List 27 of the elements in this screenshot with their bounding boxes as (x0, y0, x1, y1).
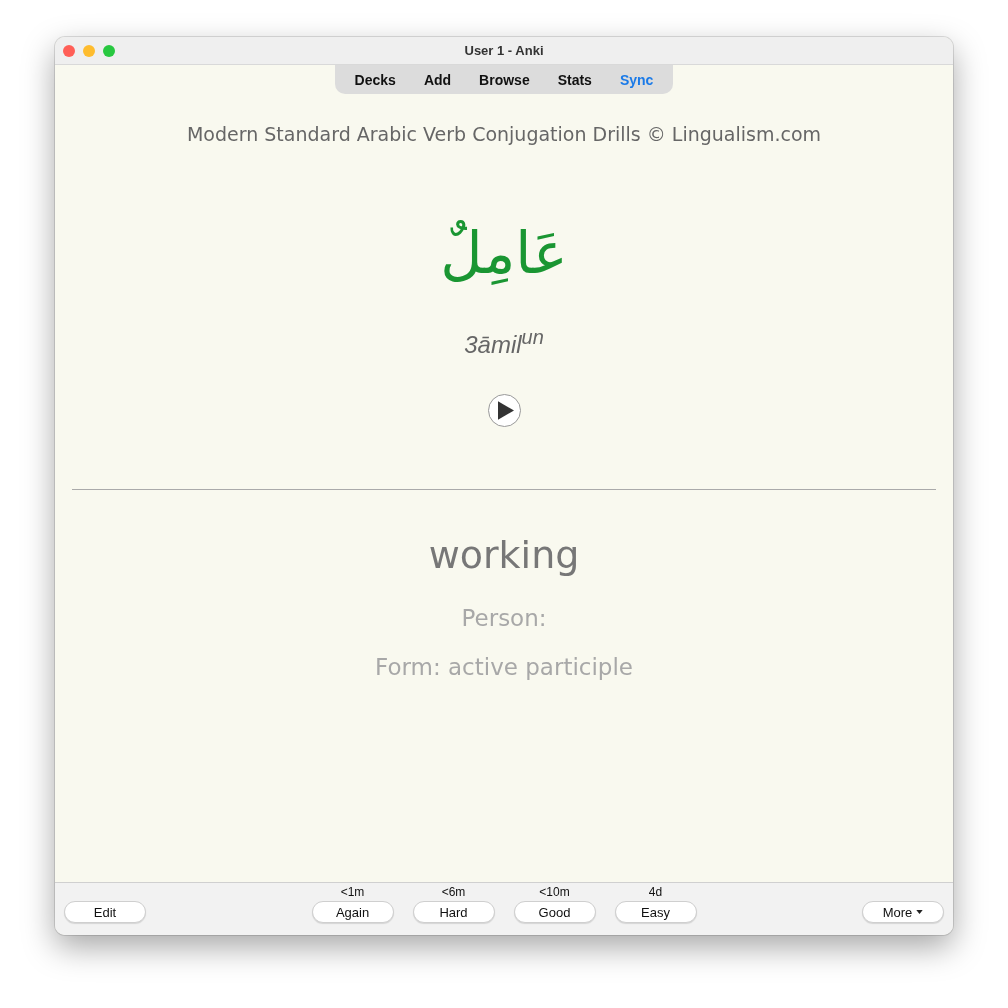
more-button[interactable]: More (862, 901, 944, 923)
card-field: Person: (461, 603, 547, 633)
zoom-button[interactable] (103, 45, 115, 57)
card-field: Form: active participle (375, 652, 633, 682)
minimize-button[interactable] (83, 45, 95, 57)
interval-label: <10m (539, 885, 570, 899)
meaning-text: working (428, 532, 580, 578)
interval-label: 4d (648, 885, 663, 899)
toolbar-link[interactable]: Add (423, 71, 452, 88)
window-title: User 1 - Anki (464, 43, 544, 58)
transliteration: 3āmil$^{un}$ (464, 325, 544, 360)
play-button[interactable] (487, 394, 521, 427)
toolbar-link[interactable]: Browse (479, 71, 530, 88)
answer-button[interactable]: Good (513, 901, 596, 923)
edit-button[interactable]: Edit (64, 901, 146, 923)
answer-button[interactable]: Again (311, 901, 394, 923)
answer-button[interactable]: Easy (614, 901, 697, 923)
toolbar-link[interactable]: Stats (557, 71, 592, 88)
deck-header: Modern Standard Arabic Verb Conjugation Drills © Lingualism.com (186, 122, 822, 146)
arabic-word: عَامِلٌ (440, 218, 568, 289)
interval-label: <1m (340, 885, 365, 899)
close-button[interactable] (63, 45, 75, 57)
toolbar-link[interactable]: Decks (354, 71, 396, 88)
interval-label: <6m (441, 885, 466, 899)
answer-button[interactable]: Hard (412, 901, 495, 923)
caret-icon (916, 910, 924, 914)
play-icon (497, 401, 514, 420)
